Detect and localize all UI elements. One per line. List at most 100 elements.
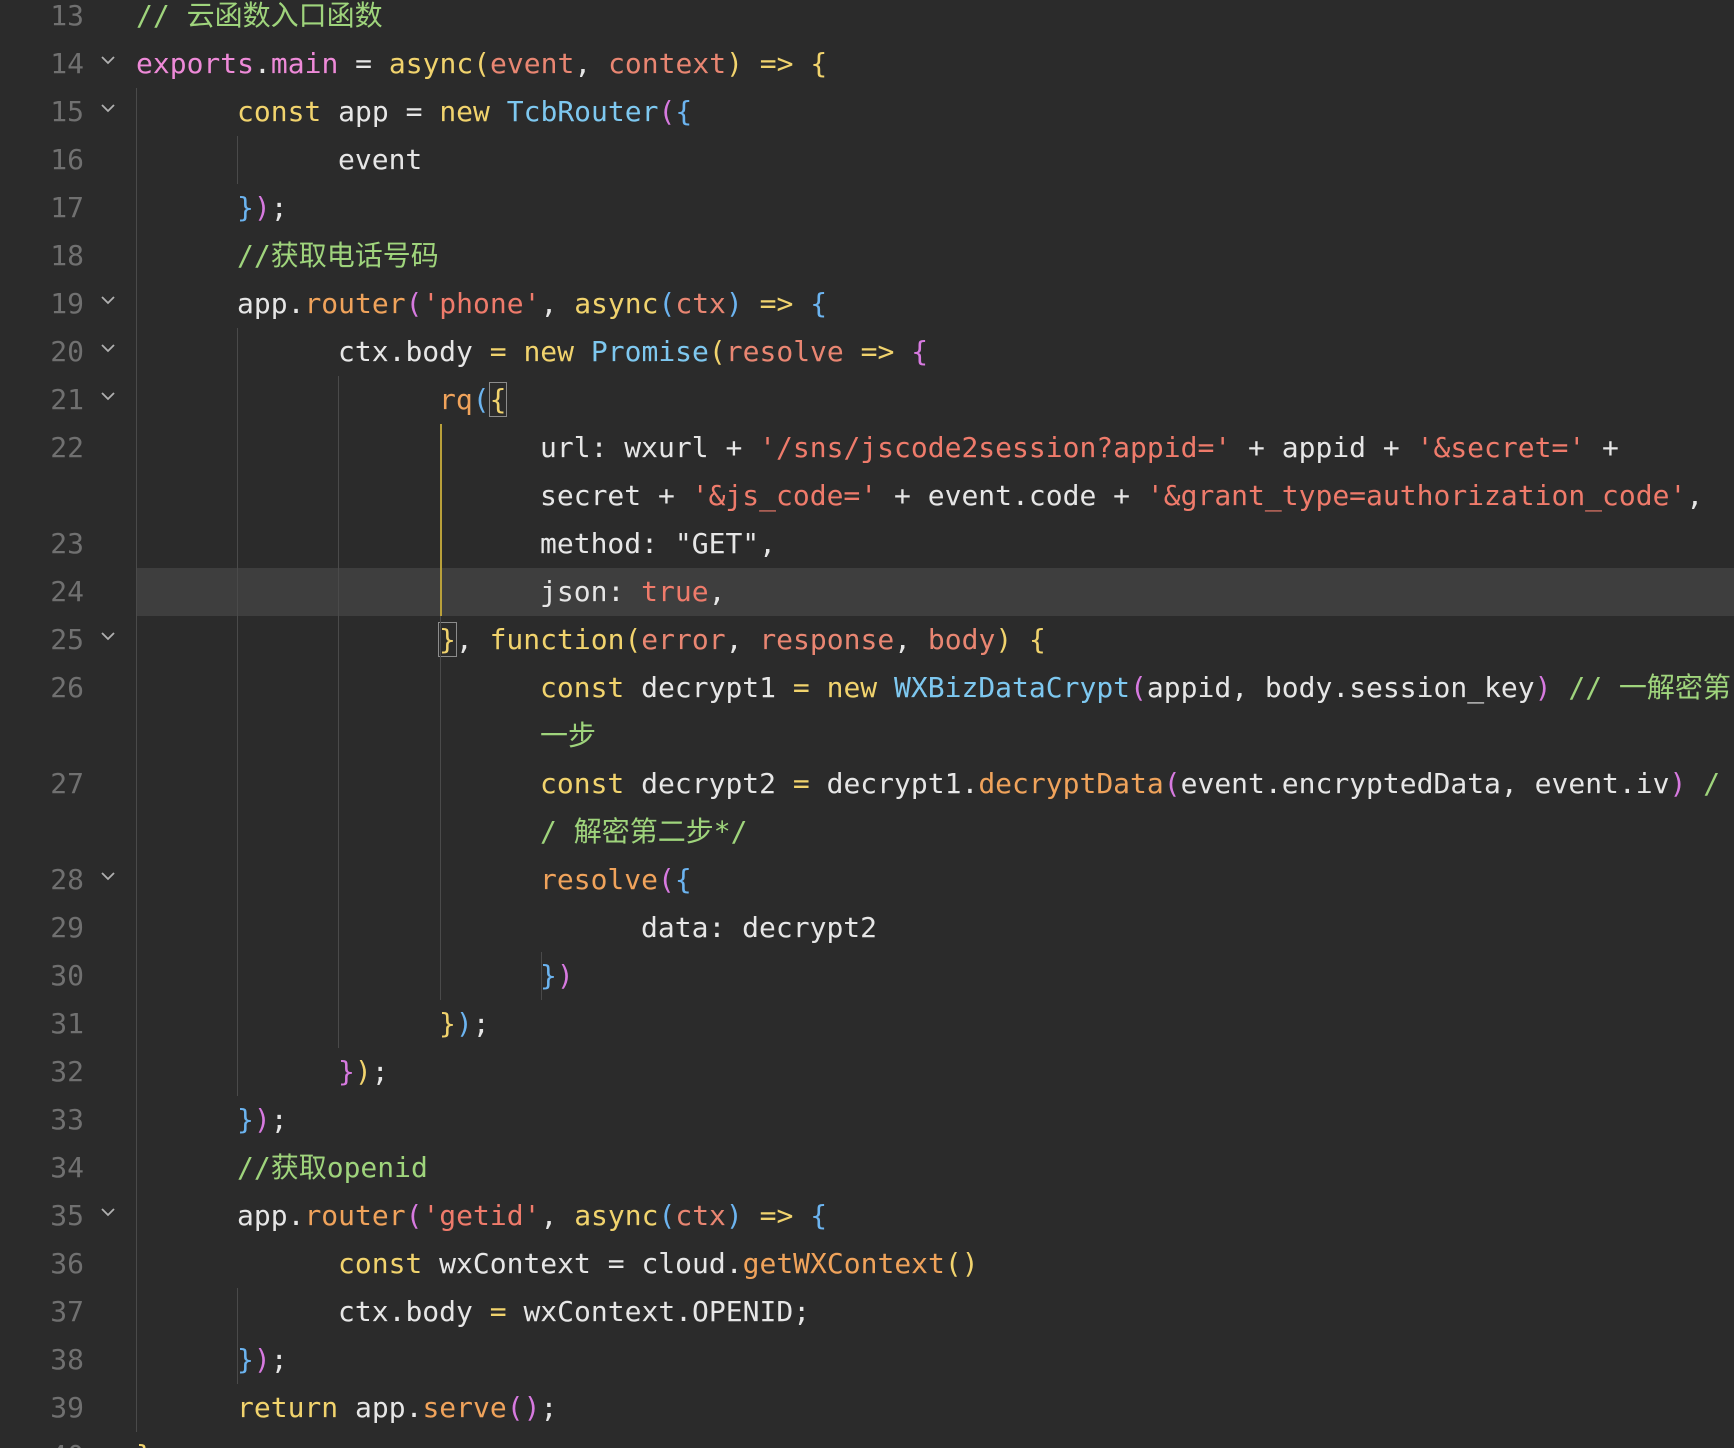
- code-text: 一步: [540, 712, 596, 760]
- code-line[interactable]: 13 // 云函数入口函数: [0, 0, 1734, 40]
- code-line[interactable]: 19 app.router('phone', async(ctx) => {: [0, 280, 1734, 328]
- code-text: ctx.body = new Promise(resolve => {: [338, 328, 928, 376]
- code-line[interactable]: 31});: [0, 1000, 1734, 1048]
- code-line[interactable]: 20 ctx.body = new Promise(resolve => {: [0, 328, 1734, 376]
- line-number: 26: [50, 671, 84, 704]
- code-line[interactable]: 30}): [0, 952, 1734, 1000]
- code-token: =>: [742, 1199, 811, 1232]
- code-token: //获取电话号码: [237, 239, 439, 272]
- code-token: appid, body: [1146, 671, 1333, 704]
- line-number: 31: [50, 1007, 84, 1040]
- code-token: 'getid': [422, 1199, 541, 1232]
- line-gutter: 35: [0, 1192, 136, 1240]
- code-line[interactable]: 33});: [0, 1096, 1734, 1144]
- code-token: ,: [759, 527, 777, 560]
- code-token: }: [439, 1007, 456, 1040]
- code-token: 'phone': [422, 287, 541, 320]
- fold-chevron-icon[interactable]: [100, 1206, 115, 1220]
- code-line[interactable]: 17});: [0, 184, 1734, 232]
- fold-chevron-icon[interactable]: [100, 342, 115, 356]
- fold-chevron-icon[interactable]: [100, 102, 115, 116]
- code-token: method: [540, 527, 642, 560]
- code-line[interactable]: 14 exports.main = async(event, context) =…: [0, 40, 1734, 88]
- code-token: =>: [742, 47, 811, 80]
- code-line[interactable]: 25}, function(error, response, body) {: [0, 616, 1734, 664]
- code-token: +: [1585, 431, 1619, 464]
- code-token: ;: [270, 191, 288, 224]
- code-line[interactable]: 39 return app.serve();: [0, 1384, 1734, 1432]
- code-line[interactable]: 29 data: decrypt2: [0, 904, 1734, 952]
- code-token: ,: [708, 575, 726, 608]
- fold-chevron-icon[interactable]: [100, 630, 115, 644]
- code-token: exports: [136, 47, 255, 80]
- line-gutter: 25: [0, 616, 136, 664]
- code-token: .: [1264, 767, 1282, 800]
- code-line[interactable]: 40}: [0, 1432, 1734, 1448]
- code-token: {: [810, 287, 828, 320]
- code-token: =>: [843, 335, 912, 368]
- code-token: {: [675, 95, 693, 128]
- code-token: decrypt1: [624, 671, 793, 704]
- code-token: // 云函数入口函数: [136, 0, 383, 32]
- code-text: resolve({: [540, 856, 692, 904]
- code-token: //获取openid: [237, 1151, 428, 1184]
- code-line[interactable]: 37 ctx.body = wxContext.OPENID;: [0, 1288, 1734, 1336]
- code-token: ;: [371, 1055, 389, 1088]
- code-token: app: [338, 1391, 406, 1424]
- code-token: new: [523, 335, 575, 368]
- line-gutter: 24: [0, 568, 136, 616]
- fold-chevron-icon[interactable]: [100, 390, 115, 404]
- code-token: .: [287, 1199, 305, 1232]
- line-gutter: 30: [0, 952, 136, 1000]
- code-line[interactable]: 22 url: wxurl + '/sns/jscode2session?appi…: [0, 424, 1734, 472]
- line-gutter: 31: [0, 1000, 136, 1048]
- fold-chevron-icon[interactable]: [100, 294, 115, 308]
- code-token: data: [641, 911, 709, 944]
- code-line[interactable]: / 解密第二步*/: [0, 808, 1734, 856]
- code-line[interactable]: 24 json: true,: [0, 568, 1734, 616]
- code-token: WXBizDataCrypt: [894, 671, 1131, 704]
- code-line[interactable]: 38});: [0, 1336, 1734, 1384]
- code-line[interactable]: 27 const decrypt2 = decrypt1.decryptData(…: [0, 760, 1734, 808]
- code-token: .: [1332, 671, 1350, 704]
- fold-chevron-icon[interactable]: [100, 870, 115, 884]
- code-line[interactable]: 28 resolve({: [0, 856, 1734, 904]
- code-line[interactable]: 34 //获取openid: [0, 1144, 1734, 1192]
- code-line[interactable]: secret + '&js_code=' + event.code + '&gr…: [0, 472, 1734, 520]
- code-line[interactable]: 23 method: "GET",: [0, 520, 1734, 568]
- code-line[interactable]: 18 //获取电话号码: [0, 232, 1734, 280]
- line-gutter: 33: [0, 1096, 136, 1144]
- code-token: (: [1130, 671, 1147, 704]
- code-line[interactable]: 35 app.router('getid', async(ctx) => {: [0, 1192, 1734, 1240]
- code-token: =: [792, 767, 827, 800]
- code-line[interactable]: 21 rq({: [0, 376, 1734, 424]
- code-token: =: [338, 47, 389, 80]
- code-token: // 一解密第: [1551, 671, 1731, 704]
- fold-chevron-icon[interactable]: [100, 54, 115, 68]
- code-token: main: [270, 47, 339, 80]
- code-text: // 云函数入口函数: [136, 0, 383, 40]
- code-text: method: "GET",: [540, 520, 776, 568]
- code-line[interactable]: 16 event: [0, 136, 1734, 184]
- code-token: iv: [1635, 767, 1670, 800]
- line-number: 35: [50, 1199, 84, 1232]
- code-token: .: [725, 1247, 743, 1280]
- code-token: serve: [422, 1391, 507, 1424]
- code-text: }): [540, 952, 574, 1000]
- code-line[interactable]: 36 const wxContext = cloud.getWXContext(): [0, 1240, 1734, 1288]
- code-editor[interactable]: 13// 云函数入口函数 14 exports.main = async(event…: [0, 0, 1734, 1448]
- code-token: .: [388, 335, 406, 368]
- code-line[interactable]: 32});: [0, 1048, 1734, 1096]
- code-line[interactable]: 26 const decrypt1 = new WXBizDataCrypt(ap…: [0, 664, 1734, 712]
- code-token: wxContext: [422, 1247, 608, 1280]
- code-token: (: [405, 287, 423, 320]
- code-token: + appid +: [1231, 431, 1417, 464]
- code-token: : wxurl +: [590, 431, 760, 464]
- code-line[interactable]: 一步: [0, 712, 1734, 760]
- code-token: ): [455, 1007, 473, 1040]
- code-line[interactable]: 15 const app = new TcbRouter({: [0, 88, 1734, 136]
- line-gutter: 28: [0, 856, 136, 904]
- line-number: 27: [50, 767, 84, 800]
- code-token: (: [1163, 767, 1181, 800]
